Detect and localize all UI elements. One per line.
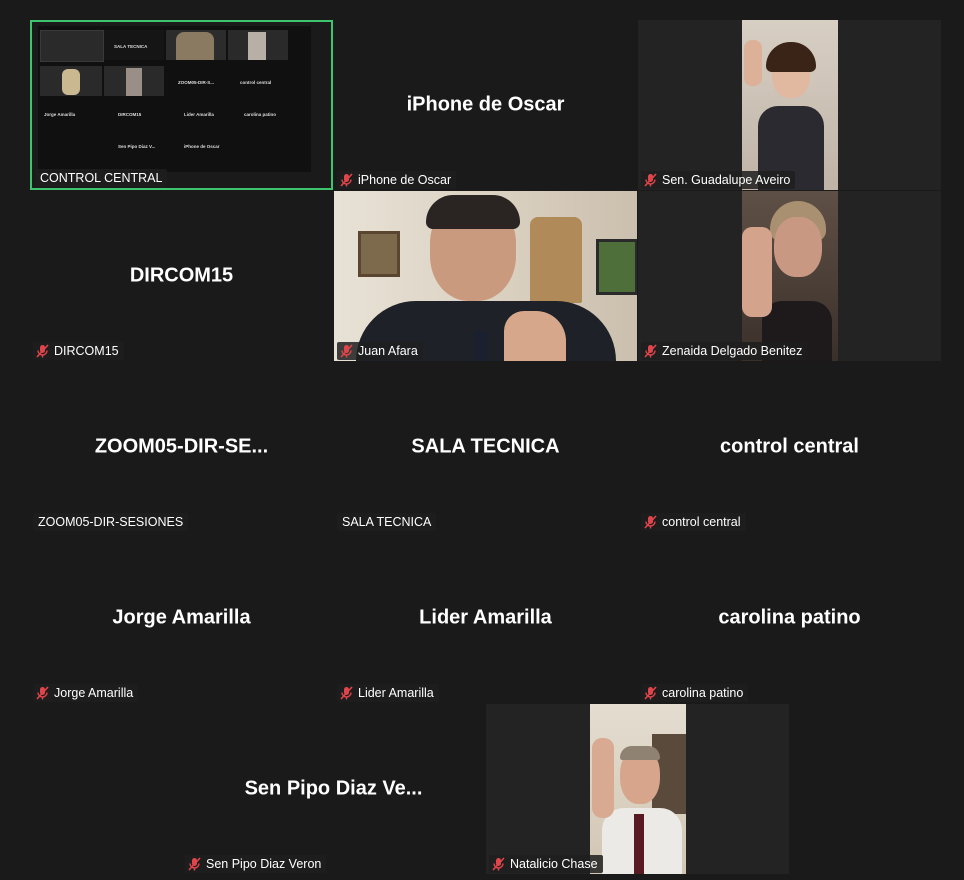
video-tile-zoom05-dir-sesiones[interactable]: ZOOM05-DIR-SE... ZOOM05-DIR-SESIONES bbox=[30, 362, 333, 532]
participant-label: ZOOM05-DIR-SESIONES bbox=[33, 513, 189, 531]
shared-name-9: iPhone de Oscar bbox=[184, 144, 220, 149]
muted-mic-icon bbox=[36, 686, 49, 700]
participant-name: Zenaida Delgado Benitez bbox=[662, 344, 803, 358]
shared-name-3: ZOOM05-DIR-S... bbox=[178, 80, 215, 85]
muted-mic-icon bbox=[644, 686, 657, 700]
shared-name-1: SALA TECNICA bbox=[114, 44, 148, 49]
video-tile-jorge-amarilla[interactable]: Jorge Amarilla Jorge Amarilla bbox=[30, 533, 333, 703]
muted-mic-icon bbox=[644, 173, 657, 187]
participant-name: Sen. Guadalupe Aveiro bbox=[662, 173, 791, 187]
video-tile-guadalupe-aveiro[interactable]: Sen. Guadalupe Aveiro bbox=[638, 20, 941, 190]
participant-label: SALA TECNICA bbox=[337, 513, 437, 531]
display-name: Sen Pipo Diaz Ve... bbox=[244, 777, 423, 800]
participant-label: DIRCOM15 bbox=[33, 342, 124, 360]
participant-name: Sen Pipo Diaz Veron bbox=[206, 857, 322, 871]
muted-mic-icon bbox=[340, 173, 353, 187]
participant-video bbox=[742, 191, 838, 361]
muted-mic-icon bbox=[492, 857, 505, 871]
participant-name: Juan Afara bbox=[358, 344, 418, 358]
shared-name-2: control central bbox=[240, 80, 272, 85]
participant-label: Zenaida Delgado Benitez bbox=[641, 342, 808, 360]
participant-name: Natalicio Chase bbox=[510, 857, 598, 871]
display-name: Jorge Amarilla bbox=[112, 606, 251, 629]
participant-video bbox=[334, 191, 637, 361]
video-tile-control-central-2[interactable]: control central control central bbox=[638, 362, 941, 532]
participant-name: DIRCOM15 bbox=[54, 344, 119, 358]
participant-label: Sen. Guadalupe Aveiro bbox=[641, 171, 796, 189]
shared-screen-thumbnail: SALA TECNICA control central ZOOM05-DIR-… bbox=[38, 26, 311, 172]
video-tile-iphone-de-oscar[interactable]: iPhone de Oscar iPhone de Oscar bbox=[334, 20, 637, 190]
participant-name: ZOOM05-DIR-SESIONES bbox=[38, 515, 184, 529]
shared-name-5: DIRCOM15 bbox=[118, 112, 142, 117]
participant-label: Jorge Amarilla bbox=[33, 684, 139, 702]
display-name: DIRCOM15 bbox=[129, 264, 234, 287]
participant-name: Lider Amarilla bbox=[358, 686, 434, 700]
video-tile-juan-afara[interactable]: Juan Afara bbox=[334, 191, 637, 361]
participant-name: carolina patino bbox=[662, 686, 744, 700]
display-name: control central bbox=[720, 435, 859, 458]
muted-mic-icon bbox=[644, 515, 657, 529]
video-tile-sen-pipo-diaz-veron[interactable]: Sen Pipo Diaz Ve... Sen Pipo Diaz Veron bbox=[182, 704, 485, 874]
muted-mic-icon bbox=[340, 344, 353, 358]
muted-mic-icon bbox=[644, 344, 657, 358]
video-tile-carolina-patino[interactable]: carolina patino carolina patino bbox=[638, 533, 941, 703]
display-name: ZOOM05-DIR-SE... bbox=[94, 435, 269, 458]
video-tile-lider-amarilla[interactable]: Lider Amarilla Lider Amarilla bbox=[334, 533, 637, 703]
participant-label: control central bbox=[641, 513, 746, 531]
participant-label: carolina patino bbox=[641, 684, 749, 702]
participant-label: Lider Amarilla bbox=[337, 684, 439, 702]
participant-label: Natalicio Chase bbox=[489, 855, 603, 873]
display-name: carolina patino bbox=[718, 606, 861, 629]
video-tile-dircom15[interactable]: DIRCOM15 DIRCOM15 bbox=[30, 191, 333, 361]
participant-name: control central bbox=[662, 515, 741, 529]
shared-name-4: Jorge Amarilla bbox=[44, 112, 76, 117]
shared-name-6: Lider Amarilla bbox=[184, 112, 214, 117]
muted-mic-icon bbox=[340, 686, 353, 700]
video-tile-natalicio-chase[interactable]: Natalicio Chase bbox=[486, 704, 789, 874]
muted-mic-icon bbox=[188, 857, 201, 871]
video-tile-zenaida-delgado-benitez[interactable]: Zenaida Delgado Benitez bbox=[638, 191, 941, 361]
video-tile-control-central[interactable]: SALA TECNICA control central ZOOM05-DIR-… bbox=[30, 20, 333, 190]
shared-name-7: carolina patino bbox=[244, 112, 277, 117]
participant-label: Sen Pipo Diaz Veron bbox=[185, 855, 327, 873]
shared-name-8: Sen Pipo Diaz V... bbox=[118, 144, 156, 149]
participant-name: Jorge Amarilla bbox=[54, 686, 134, 700]
participant-label: iPhone de Oscar bbox=[337, 171, 457, 189]
muted-mic-icon bbox=[36, 344, 49, 358]
participant-name: CONTROL CENTRAL bbox=[40, 171, 163, 185]
display-name: SALA TECNICA bbox=[411, 435, 560, 458]
participant-label: CONTROL CENTRAL bbox=[35, 169, 168, 187]
video-tile-sala-tecnica[interactable]: SALA TECNICA SALA TECNICA bbox=[334, 362, 637, 532]
participant-name: SALA TECNICA bbox=[342, 515, 432, 529]
participant-video bbox=[590, 704, 686, 874]
display-name: Lider Amarilla bbox=[419, 606, 552, 629]
participant-video bbox=[742, 20, 838, 190]
participant-name: iPhone de Oscar bbox=[358, 173, 452, 187]
display-name: iPhone de Oscar bbox=[406, 93, 565, 116]
participant-label: Juan Afara bbox=[337, 342, 423, 360]
